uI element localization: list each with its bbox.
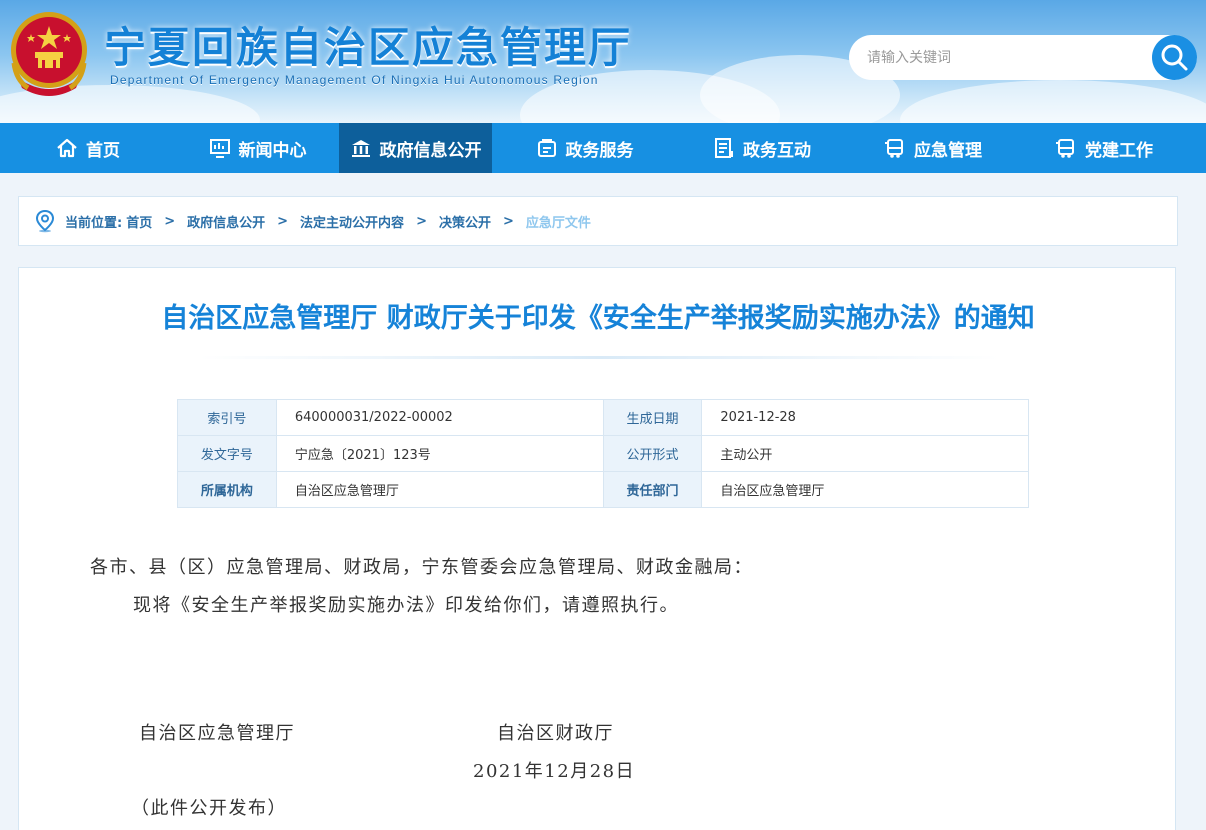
national-emblem-icon [11, 12, 87, 96]
breadcrumb-gov-info[interactable]: 政府信息公开 [187, 212, 265, 231]
breadcrumb-statutory[interactable]: 法定主动公开内容 [300, 212, 404, 231]
breadcrumb-current[interactable]: 应急厅文件 [526, 212, 591, 231]
signer-emergency-dept: 自治区应急管理厅 [139, 723, 295, 744]
search-button[interactable] [1152, 35, 1197, 80]
party-icon [1056, 139, 1074, 158]
nav-item-interaction[interactable]: 政务互动 [677, 123, 847, 173]
meta-value: 2021-12-28 [701, 399, 1029, 436]
meta-value: 主动公开 [701, 435, 1029, 472]
nav-item-label: 政务服务 [565, 140, 634, 161]
site-title: 宁夏回族自治区应急管理厅 [104, 23, 633, 72]
search-box [849, 35, 1197, 80]
breadcrumb-home[interactable]: 首页 [126, 212, 152, 231]
document-addressee: 各市、县（区）应急管理局、财政局，宁东管委会应急管理局、财政金融局： [90, 557, 753, 578]
breadcrumb-label: 当前位置: [65, 215, 123, 231]
nav-item-news[interactable]: 新闻中心 [176, 123, 339, 173]
title-divider [199, 356, 999, 359]
meta-value: 640000031/2022-00002 [275, 399, 604, 436]
meta-key: 索引号 [177, 399, 277, 436]
signer-finance-dept: 自治区财政厅 [497, 723, 614, 744]
nav-item-gov-info[interactable]: 政府信息公开 [339, 123, 492, 173]
nav-item-label: 新闻中心 [238, 140, 307, 161]
location-pin-icon [35, 209, 55, 233]
meta-value: 自治区应急管理厅 [701, 471, 1029, 508]
nav-item-label: 应急管理 [914, 140, 982, 161]
meta-key: 所属机构 [177, 471, 277, 508]
site-subtitle: Department Of Emergency Management Of Ni… [110, 73, 599, 87]
news-icon [209, 139, 230, 158]
home-icon [57, 138, 77, 158]
main-nav: 首页 新闻中心 政府信息公开 政务服务 政务互动 应急管理 党建工作 [0, 123, 1206, 173]
site-header: 宁夏回族自治区应急管理厅 Department Of Emergency Man… [0, 0, 1206, 123]
nav-item-gov-service[interactable]: 政务服务 [492, 123, 677, 173]
meta-value: 宁应急〔2021〕123号 [275, 435, 604, 472]
meta-key: 发文字号 [177, 435, 277, 472]
bus-icon [885, 139, 903, 158]
search-input[interactable] [867, 35, 1147, 80]
document-body: 现将《安全生产举报奖励实施办法》印发给你们，请遵照执行。 [133, 595, 679, 616]
search-icon [1161, 44, 1188, 71]
meta-key: 责任部门 [602, 471, 703, 508]
breadcrumb-separator: > [164, 213, 176, 229]
nav-item-party[interactable]: 党建工作 [1019, 123, 1189, 173]
meta-key: 生成日期 [602, 399, 703, 436]
document-date: 2021年12月28日 [473, 761, 636, 782]
nav-item-home[interactable]: 首页 [0, 123, 176, 173]
nav-item-label: 政务互动 [743, 140, 811, 161]
breadcrumb: 当前位置: 首页 > 政府信息公开 > 法定主动公开内容 > 决策公开 > 应急… [18, 196, 1178, 246]
nav-item-label: 首页 [86, 140, 120, 161]
meta-value: 自治区应急管理厅 [275, 471, 604, 508]
document-meta-table: 索引号 640000031/2022-00002 生成日期 2021-12-28… [177, 399, 1029, 508]
publication-note: （此件公开发布） [131, 798, 287, 819]
service-icon [537, 139, 556, 157]
nav-item-label: 政府信息公开 [379, 140, 482, 161]
table-row: 所属机构 自治区应急管理厅 责任部门 自治区应急管理厅 [177, 471, 1029, 508]
nav-item-emergency[interactable]: 应急管理 [847, 123, 1019, 173]
nav-item-label: 党建工作 [1085, 140, 1153, 161]
breadcrumb-separator: > [502, 213, 514, 229]
breadcrumb-separator: > [277, 213, 289, 229]
article-content: 自治区应急管理厅 财政厅关于印发《安全生产举报奖励实施办法》的通知 索引号 64… [18, 267, 1176, 830]
table-row: 索引号 640000031/2022-00002 生成日期 2021-12-28 [177, 399, 1029, 436]
breadcrumb-decision[interactable]: 决策公开 [439, 212, 491, 231]
government-building-icon [351, 140, 370, 157]
document-title: 自治区应急管理厅 财政厅关于印发《安全生产举报奖励实施办法》的通知 [161, 303, 1035, 334]
interaction-icon [715, 138, 733, 158]
breadcrumb-separator: > [416, 213, 427, 229]
meta-key: 公开形式 [602, 435, 703, 472]
table-row: 发文字号 宁应急〔2021〕123号 公开形式 主动公开 [177, 435, 1029, 472]
